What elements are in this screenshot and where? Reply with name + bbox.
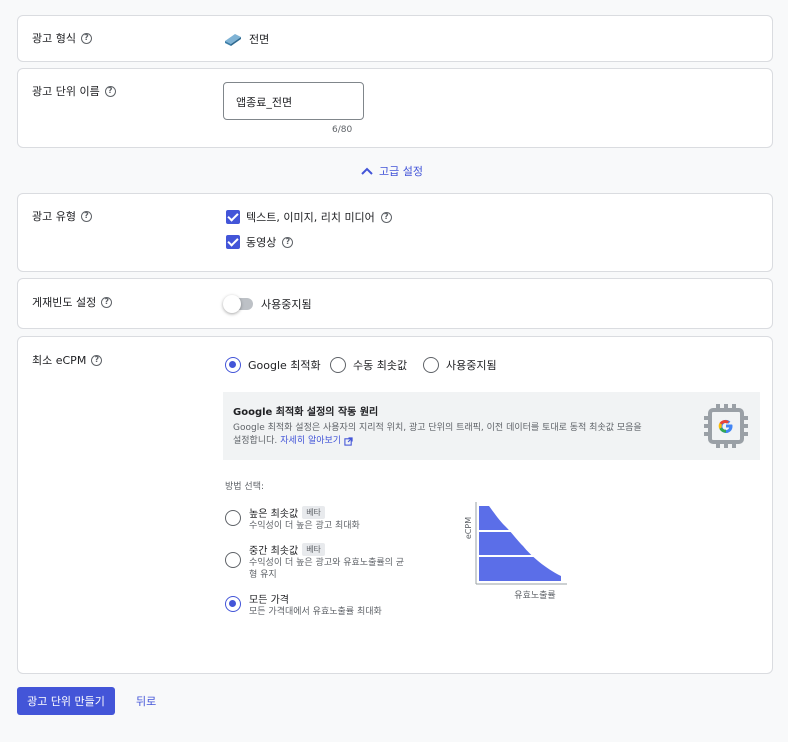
ecpm-illustration-chart: eCPM 유효노출률 — [464, 502, 567, 601]
ad-unit-name-input[interactable]: 앱종료_전면 — [223, 82, 364, 120]
chart-y-label: eCPM — [464, 517, 473, 539]
ad-format-value-row: 전면 — [223, 31, 269, 47]
ad-unit-name-label: 광고 단위 이름 — [32, 85, 100, 98]
radio-manual-floor[interactable] — [330, 357, 346, 373]
method-desc: 수익성이 더 높은 광고와 유효노출률의 균 — [249, 558, 405, 568]
ad-format-label: 광고 형식 — [32, 32, 76, 45]
ecpm-option-label: 수동 최솟값 — [353, 359, 408, 372]
method-title: 모든 가격 — [249, 595, 289, 606]
create-ad-unit-button[interactable]: 광고 단위 만들기 — [17, 687, 115, 715]
ecpm-card: 최소 eCPM ? Google 최적화 수동 최솟값 사용중지됨 Google… — [17, 336, 773, 674]
radio-medium-floor[interactable] — [225, 552, 241, 568]
frequency-toggle[interactable] — [223, 295, 253, 313]
method-text: 모든 가격 모든 가격대에서 유효노출률 최대화 — [249, 591, 382, 618]
help-icon[interactable]: ? — [282, 236, 294, 248]
learn-more-link[interactable]: 자세히 알아보기 — [280, 435, 341, 447]
external-link-icon — [344, 436, 353, 446]
ecpm-option-manual[interactable]: 수동 최솟값 — [330, 357, 407, 373]
method-title: 중간 최솟값 — [249, 546, 299, 557]
method-text: 높은 최솟값 베타 수익성이 더 높은 광고 최대화 — [249, 505, 360, 532]
ad-unit-name-label-row: 광고 단위 이름 ? — [32, 83, 116, 99]
help-icon[interactable]: ? — [80, 210, 92, 222]
chevron-up-icon — [361, 167, 373, 175]
info-text-line-2-row: 설정합니다. 자세히 알아보기 — [233, 435, 353, 447]
info-text-line-2: 설정합니다. — [233, 436, 278, 446]
frequency-label: 게재빈도 설정 — [32, 296, 97, 309]
ad-unit-name-value: 앱종료_전면 — [236, 96, 293, 109]
help-icon[interactable]: ? — [91, 354, 103, 366]
radio-google-optimized[interactable] — [225, 357, 241, 373]
info-title: Google 최적화 설정의 작동 원리 — [233, 407, 379, 418]
frequency-card: 게재빈도 설정 ? 사용중지됨 — [17, 278, 773, 329]
frequency-toggle-label: 사용중지됨 — [261, 298, 312, 311]
method-desc-cont: 형 유지 — [249, 570, 277, 580]
radio-disabled[interactable] — [423, 357, 439, 373]
advanced-settings-toggle[interactable]: 고급 설정 — [361, 163, 423, 179]
ad-format-card: 광고 형식 ? 전면 — [17, 15, 773, 62]
help-icon[interactable]: ? — [101, 296, 113, 308]
toggle-thumb — [223, 295, 241, 313]
ecpm-option-label: 사용중지됨 — [446, 359, 497, 372]
ad-unit-name-card: 광고 단위 이름 ? 앱종료_전면 6/80 — [17, 68, 773, 148]
method-desc: 모든 가격대에서 유효노출률 최대화 — [249, 607, 382, 617]
google-optimized-info-box: Google 최적화 설정의 작동 원리 Google 최적화 설정은 사용자의… — [223, 392, 760, 460]
ad-type-option-label: 동영상 — [246, 236, 277, 249]
ad-format-label-row: 광고 형식 ? — [32, 30, 92, 46]
method-option-all-prices[interactable]: 모든 가격 모든 가격대에서 유효노출률 최대화 — [225, 591, 382, 618]
advanced-settings-label: 고급 설정 — [379, 165, 423, 178]
ad-type-option-label: 텍스트, 이미지, 리치 미디어 — [246, 211, 375, 224]
ad-format-value: 전면 — [249, 33, 270, 46]
ad-type-label: 광고 유형 — [32, 210, 76, 223]
info-text-line-1: Google 최적화 설정은 사용자의 지리적 위치, 광고 단위의 트래픽, … — [233, 423, 642, 433]
help-icon[interactable]: ? — [380, 211, 392, 223]
method-select-label: 방법 선택: — [225, 482, 265, 492]
beta-badge: 베타 — [302, 543, 325, 556]
ecpm-option-disabled[interactable]: 사용중지됨 — [423, 357, 497, 373]
ad-type-label-row: 광고 유형 ? — [32, 208, 92, 224]
method-text: 중간 최솟값 베타 수익성이 더 높은 광고와 유효노출률의 균 형 유지 — [249, 542, 404, 581]
checkbox-video[interactable] — [226, 235, 240, 249]
frequency-label-row: 게재빈도 설정 ? — [32, 294, 113, 310]
ecpm-option-label: Google 최적화 — [248, 359, 321, 372]
ecpm-label: 최소 eCPM — [32, 354, 87, 367]
chart-x-label: 유효노출률 — [514, 590, 555, 601]
ad-type-option-video[interactable]: 동영상 ? — [226, 234, 294, 250]
method-title: 높은 최솟값 — [249, 509, 299, 520]
radio-high-floor[interactable] — [225, 510, 241, 526]
beta-badge: 베타 — [302, 506, 325, 519]
method-desc: 수익성이 더 높은 광고 최대화 — [249, 521, 360, 531]
checkbox-text-image-rich[interactable] — [226, 210, 240, 224]
ecpm-label-row: 최소 eCPM ? — [32, 352, 103, 368]
ad-type-option-text[interactable]: 텍스트, 이미지, 리치 미디어 ? — [226, 209, 392, 225]
ecpm-option-google[interactable]: Google 최적화 — [225, 357, 321, 373]
frequency-toggle-row[interactable]: 사용중지됨 — [223, 295, 312, 313]
ad-unit-name-counter: 6/80 — [332, 125, 353, 135]
help-icon[interactable]: ? — [104, 85, 116, 97]
method-option-high[interactable]: 높은 최솟값 베타 수익성이 더 높은 광고 최대화 — [225, 505, 360, 532]
method-option-medium[interactable]: 중간 최솟값 베타 수익성이 더 높은 광고와 유효노출률의 균 형 유지 — [225, 542, 404, 581]
back-button[interactable]: 뒤로 — [128, 687, 164, 715]
chart-area — [479, 506, 561, 581]
interstitial-format-icon — [225, 34, 241, 46]
radio-all-prices[interactable] — [225, 596, 241, 612]
google-chip-icon — [704, 404, 748, 448]
help-icon[interactable]: ? — [80, 32, 92, 44]
ad-type-card: 광고 유형 ? 텍스트, 이미지, 리치 미디어 ? 동영상 ? — [17, 193, 773, 272]
